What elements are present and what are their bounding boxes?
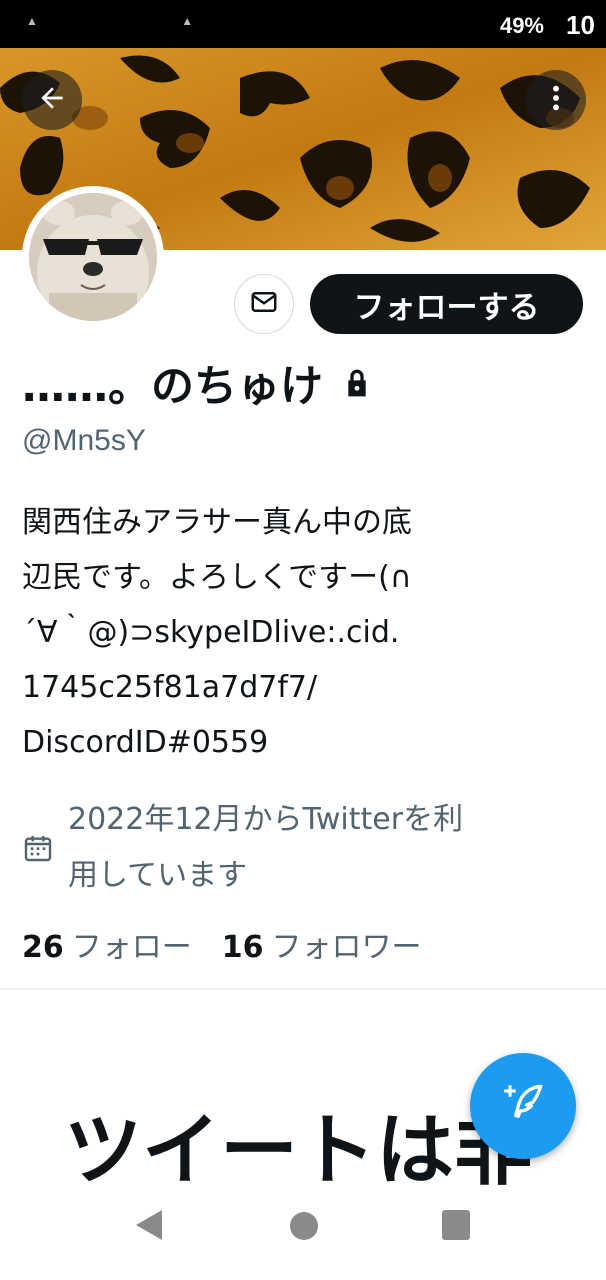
lock-icon bbox=[341, 366, 373, 400]
display-name-text: ……。のちゅけ bbox=[22, 362, 323, 412]
bio: 関西住みアラサー真ん中の底 辺民です。よろしくですー(∩ ´∀｀@)⊃skype… bbox=[22, 495, 542, 770]
more-vertical-icon bbox=[540, 82, 572, 118]
nav-recents-button[interactable] bbox=[442, 1210, 470, 1240]
avatar-image bbox=[29, 193, 157, 321]
compose-tweet-button[interactable] bbox=[470, 1053, 576, 1159]
status-bar: ▲ ▲ 49% 10 bbox=[0, 0, 606, 48]
back-button[interactable] bbox=[22, 70, 82, 130]
clock: 10 bbox=[566, 10, 595, 40]
followers-link[interactable]: 16 フォロワー bbox=[222, 922, 422, 966]
system-navigation-bar bbox=[0, 1190, 606, 1280]
compose-tweet-icon bbox=[498, 1079, 548, 1133]
message-button[interactable] bbox=[234, 274, 294, 334]
bio-line: ´∀｀@)⊃skypeIDlive:.cid. bbox=[22, 615, 400, 650]
nav-back-button[interactable] bbox=[134, 1208, 166, 1246]
display-name: ……。のちゅけ bbox=[22, 352, 373, 414]
follow-button[interactable]: フォローする bbox=[310, 274, 583, 334]
battery-percent: 49% bbox=[499, 13, 544, 38]
divider bbox=[0, 988, 606, 990]
joined-date: 2022年12月からTwitterを利 用しています bbox=[22, 792, 562, 904]
following-count: 26 bbox=[22, 930, 64, 965]
envelope-icon bbox=[249, 287, 279, 321]
following-link[interactable]: 26 フォロー bbox=[22, 922, 192, 966]
bio-line: 辺民です。よろしくですー(∩ bbox=[22, 560, 412, 595]
followers-count: 16 bbox=[221, 930, 264, 965]
calendar-icon bbox=[22, 832, 62, 864]
follow-stats: 26 フォロー 16 フォロワー bbox=[22, 922, 422, 966]
nav-home-button[interactable] bbox=[290, 1212, 318, 1240]
joined-text: 2022年12月からTwitterを利 用しています bbox=[68, 792, 548, 904]
bio-line: 1745c25f81a7d7f7/ bbox=[22, 670, 318, 705]
handle: @Mn5sY bbox=[22, 424, 146, 457]
joined-line: 用しています bbox=[68, 858, 248, 893]
bio-line: 関西住みアラサー真ん中の底 bbox=[22, 505, 412, 540]
avatar[interactable] bbox=[22, 186, 164, 328]
notification-icons: ▲ ▲ bbox=[26, 14, 264, 28]
more-options-button[interactable] bbox=[526, 70, 586, 130]
following-label: フォロー bbox=[71, 930, 192, 965]
followers-label: フォロワー bbox=[271, 930, 422, 965]
arrow-left-icon bbox=[36, 82, 68, 118]
joined-line: 2022年12月からTwitterを利 bbox=[68, 802, 464, 837]
bio-line: DiscordID#0559 bbox=[22, 725, 269, 760]
